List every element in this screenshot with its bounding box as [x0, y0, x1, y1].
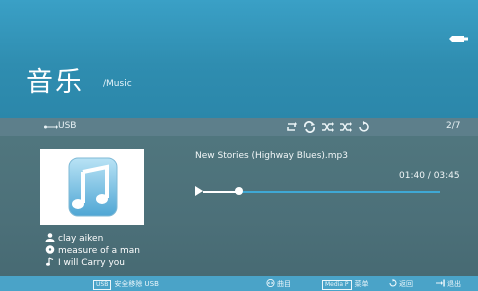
menu-hint[interactable]: Media P 菜单 — [322, 279, 369, 290]
exit-icon — [436, 279, 445, 287]
progress-fill — [203, 191, 239, 193]
note-icon — [46, 257, 54, 266]
usb-key-icon: USB — [93, 280, 112, 290]
artist-row: clay aiken — [45, 233, 103, 244]
repeat-off-icon[interactable] — [357, 121, 370, 133]
repeat-one-icon[interactable] — [285, 121, 298, 133]
repeat-all-icon[interactable] — [303, 121, 316, 133]
exit-hint[interactable]: 退出 — [436, 279, 461, 289]
artist-name: clay aiken — [58, 234, 104, 244]
header-bar — [0, 0, 478, 118]
album-art — [40, 149, 144, 225]
track-name: I will Carry you — [58, 258, 126, 268]
album-name: measure of a man — [58, 246, 141, 256]
album-row: measure of a man — [45, 245, 140, 256]
left-right-keys-icon — [266, 279, 275, 287]
track-hint[interactable]: 曲目 — [266, 279, 291, 289]
track-row: I will Carry you — [45, 257, 125, 268]
usb-icon — [44, 125, 58, 129]
music-note-icon — [68, 157, 118, 217]
play-icon — [195, 186, 203, 196]
page-subtitle: /Music — [103, 79, 132, 89]
time-readout: 01:40 / 03:45 — [399, 171, 460, 181]
source-label: USB — [58, 121, 77, 131]
song-title: New Stories (Highway Blues).mp3 — [195, 151, 348, 161]
page-title: 音乐 — [26, 67, 84, 98]
back-icon — [389, 279, 397, 287]
shuffle-icon[interactable] — [321, 121, 334, 133]
disc-icon — [45, 245, 55, 254]
progress-handle[interactable] — [235, 187, 243, 195]
shuffle-repeat-icon[interactable] — [339, 121, 352, 133]
track-counter: 2/7 — [446, 121, 461, 131]
safe-remove-hint[interactable]: USB 安全移除 USB — [93, 279, 159, 290]
back-hint[interactable]: 返回 — [388, 279, 413, 289]
usb-drive-icon — [449, 36, 468, 42]
person-icon — [45, 233, 55, 242]
media-p-key: Media P — [322, 280, 352, 290]
